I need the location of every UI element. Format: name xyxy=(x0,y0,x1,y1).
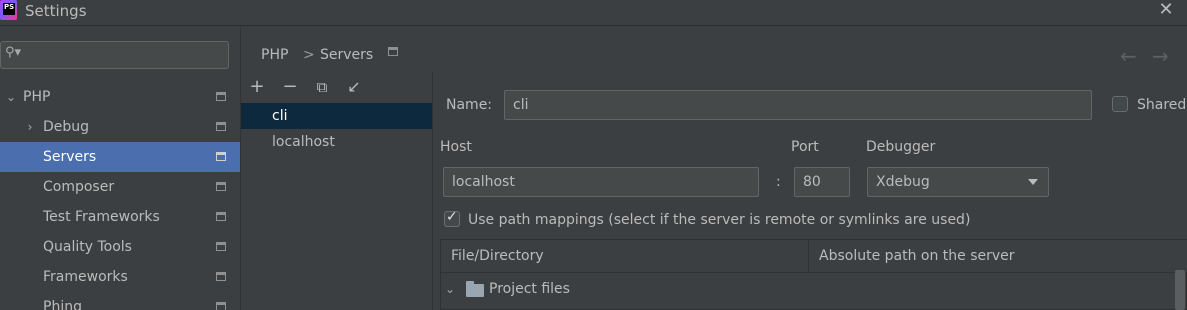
project-scope-icon xyxy=(216,92,226,101)
debugger-value: Xdebug xyxy=(876,174,930,190)
project-scope-icon xyxy=(388,47,398,56)
row-label: Project files xyxy=(489,281,570,297)
search-field[interactable]: ⚲▾ xyxy=(0,41,229,69)
path-mappings-checkbox[interactable] xyxy=(444,209,460,227)
host-field[interactable]: localhost xyxy=(443,167,759,197)
folder-icon xyxy=(466,281,484,297)
chevron-down-icon xyxy=(1028,179,1038,185)
breadcrumb-current: Servers xyxy=(320,47,374,63)
table-row[interactable]: ⌄ Project files xyxy=(441,278,1187,306)
servers-list: cli localhost xyxy=(241,103,432,310)
port-label: Port xyxy=(791,139,819,155)
shared-label: Shared xyxy=(1137,97,1187,113)
search-icon: ⚲▾ xyxy=(5,45,22,60)
sidebar-item-label: Frameworks xyxy=(43,269,128,285)
servers-toolbar: + − ⧉ ↙ xyxy=(241,76,431,102)
table-scrollbar[interactable] xyxy=(1175,270,1185,310)
chevron-right-icon[interactable]: › xyxy=(23,112,37,142)
name-field[interactable]: cli xyxy=(504,90,1092,120)
search-input[interactable] xyxy=(27,45,222,65)
add-icon[interactable]: + xyxy=(246,76,268,100)
list-item[interactable]: localhost xyxy=(241,129,432,155)
project-scope-icon xyxy=(216,152,226,161)
list-splitter[interactable] xyxy=(432,72,433,310)
sidebar-item-test-frameworks[interactable]: Test Frameworks xyxy=(0,202,240,232)
project-scope-icon xyxy=(216,302,226,310)
sidebar-item-label: Phing xyxy=(43,299,82,310)
sidebar-item-composer[interactable]: Composer xyxy=(0,172,240,202)
project-scope-icon xyxy=(216,272,226,281)
sidebar-item-label: Debug xyxy=(43,119,90,135)
sidebar-item-quality-tools[interactable]: Quality Tools xyxy=(0,232,240,262)
host-label: Host xyxy=(440,139,472,155)
chevron-down-icon[interactable]: ⌄ xyxy=(445,282,455,296)
sidebar-item-debug[interactable]: › Debug xyxy=(0,112,240,142)
sidebar-item-label: Composer xyxy=(43,179,115,195)
remove-icon[interactable]: − xyxy=(279,76,301,100)
phpstorm-logo-icon: PS xyxy=(0,0,17,20)
window-title: Settings xyxy=(25,2,87,20)
sidebar-item-label: Servers xyxy=(43,149,97,165)
breadcrumb-separator: > xyxy=(303,47,315,63)
close-icon[interactable]: ✕ xyxy=(1156,1,1176,21)
chevron-down-icon[interactable]: ⌄ xyxy=(4,82,18,112)
breadcrumb-parent[interactable]: PHP xyxy=(261,47,288,63)
project-scope-icon xyxy=(216,182,226,191)
copy-icon[interactable]: ⧉ xyxy=(311,76,333,100)
table-header: File/Directory Absolute path on the serv… xyxy=(441,240,1187,273)
project-scope-icon xyxy=(216,242,226,251)
debugger-label: Debugger xyxy=(866,139,936,155)
port-field[interactable]: 80 xyxy=(794,167,850,197)
column-header-absolute-path[interactable]: Absolute path on the server xyxy=(809,240,1015,273)
sidebar-item-php[interactable]: ⌄ PHP xyxy=(0,82,240,112)
name-label: Name: xyxy=(446,97,493,113)
title-bar: PS Settings ✕ xyxy=(0,0,1187,26)
project-scope-icon xyxy=(216,122,226,131)
app-logo-text: PS xyxy=(3,3,15,15)
sidebar-item-phing[interactable]: Phing xyxy=(0,292,240,310)
sidebar-item-frameworks[interactable]: Frameworks xyxy=(0,262,240,292)
sidebar-item-label: PHP xyxy=(23,89,51,105)
path-mappings-table: File/Directory Absolute path on the serv… xyxy=(440,239,1187,310)
shared-checkbox[interactable] xyxy=(1112,96,1128,112)
settings-sidebar: ⚲▾ ⌄ PHP › Debug Servers Composer Test F… xyxy=(0,27,240,310)
sidebar-item-label: Test Frameworks xyxy=(43,209,160,225)
project-scope-icon xyxy=(216,212,226,221)
back-arrow-icon[interactable]: ← xyxy=(1120,44,1137,68)
sidebar-item-servers[interactable]: Servers xyxy=(0,142,240,172)
list-item[interactable]: cli xyxy=(241,103,432,129)
path-mappings-label: Use path mappings (select if the server … xyxy=(468,212,971,228)
column-header-file-directory[interactable]: File/Directory xyxy=(441,240,544,273)
port-separator: : xyxy=(776,174,781,190)
forward-arrow-icon[interactable]: → xyxy=(1152,44,1169,68)
import-icon[interactable]: ↙ xyxy=(343,76,365,100)
sidebar-item-label: Quality Tools xyxy=(43,239,132,255)
debugger-select[interactable]: Xdebug xyxy=(867,167,1049,197)
